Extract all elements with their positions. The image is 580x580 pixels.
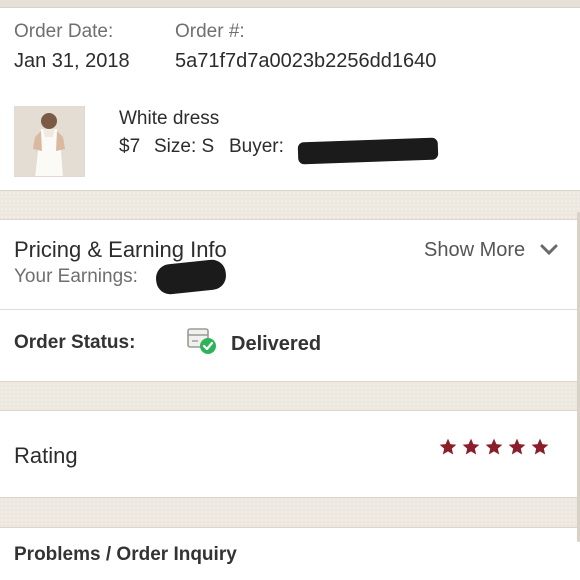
star-icon: [531, 438, 549, 455]
rating-label: Rating: [14, 443, 78, 468]
dress-image-icon: [15, 107, 84, 176]
buyer-redaction: [297, 137, 439, 165]
pricing-card: Pricing & Earning Info Your Earnings: Sh…: [0, 219, 580, 382]
order-date-value: Jan 31, 2018: [14, 50, 130, 72]
order-number-value: 5a71f7d7a0023b2256dd1640: [175, 50, 437, 72]
star-icon: [439, 438, 457, 455]
earnings-label: Your Earnings:: [14, 266, 138, 287]
item-size: Size: S: [154, 136, 215, 157]
pricing-title: Pricing & Earning Info: [14, 237, 227, 262]
problems-card[interactable]: Problems / Order Inquiry: [0, 527, 580, 580]
section-gap: [0, 191, 580, 219]
order-summary-card: Order Date: Jan 31, 2018 Order #: 5a71f7…: [0, 8, 580, 191]
item-price: $7: [119, 136, 141, 157]
problems-inquiry-link[interactable]: Problems / Order Inquiry: [14, 544, 237, 566]
item-thumbnail[interactable]: [14, 106, 85, 177]
section-gap: [0, 498, 580, 527]
star-icon: [485, 438, 503, 455]
chevron-down-icon[interactable]: [540, 244, 558, 256]
order-date-label: Order Date:: [14, 21, 114, 42]
show-more-button[interactable]: Show More: [424, 239, 525, 262]
divider: [0, 309, 580, 310]
star-icon: [462, 438, 480, 455]
order-status-value: Delivered: [231, 333, 322, 355]
buyer-label: Buyer:: [229, 136, 284, 157]
delivered-box-icon: [187, 328, 216, 354]
star-icon: [508, 438, 526, 455]
section-gap: [0, 382, 580, 410]
order-number-label: Order #:: [175, 21, 245, 42]
item-title[interactable]: White dress: [119, 108, 219, 130]
order-status-label: Order Status:: [14, 332, 136, 353]
top-separator: [0, 0, 580, 8]
rating-stars: [438, 437, 550, 457]
earnings-redaction: [154, 258, 228, 296]
